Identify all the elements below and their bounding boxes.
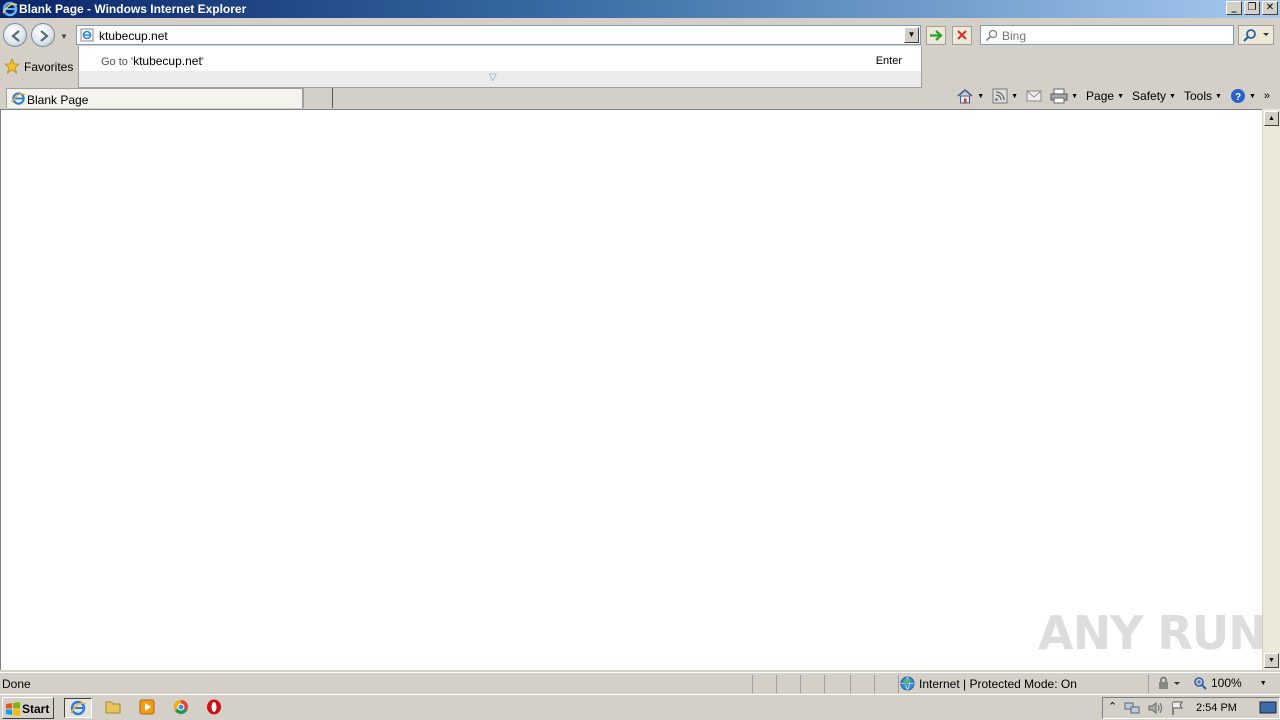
start-label: Start [22, 702, 50, 716]
help-menu[interactable]: ? ▼ [1226, 85, 1260, 107]
taskbar-clock[interactable]: 2:54 PM [1196, 702, 1237, 714]
printer-icon [1050, 88, 1068, 104]
folder-icon [105, 701, 121, 714]
windows-flag-icon [5, 701, 21, 720]
enter-hint: Enter [875, 55, 902, 67]
minimize-button[interactable]: _ [1226, 1, 1242, 15]
status-bar: Done Internet | Protected Mode: On 100% … [0, 672, 1280, 694]
page-menu[interactable]: Page ▼ [1082, 85, 1128, 107]
feeds-button[interactable]: ▼ [988, 85, 1022, 107]
autocomplete-footer[interactable]: ▽ [79, 71, 921, 87]
show-desktop-icon[interactable] [1259, 701, 1277, 715]
go-arrow-icon [930, 30, 943, 41]
favorites-star-icon [3, 57, 21, 77]
action-center-flag-icon[interactable] [1169, 700, 1187, 716]
favorites-label: Favorites [24, 60, 74, 74]
address-autocomplete: Go to 'ktubecup.net' Enter ▽ [78, 46, 922, 88]
page-menu-label: Page [1086, 89, 1115, 103]
go-to-target: ktubecup.net [133, 54, 202, 68]
home-icon [957, 88, 973, 104]
svg-text:?: ? [1235, 92, 1241, 103]
go-to-prefix: Go to ' [101, 56, 134, 68]
safety-menu-label: Safety [1132, 89, 1167, 103]
recent-pages-dropdown[interactable]: ▼ [60, 32, 68, 41]
address-bar[interactable]: ktubecup.net ▼ [76, 25, 921, 45]
stop-x-icon [957, 30, 967, 40]
search-placeholder: Bing [1002, 29, 1027, 43]
vertical-scrollbar[interactable]: ▲ ▼ [1262, 109, 1280, 670]
lock-shield-icon [1159, 676, 1180, 689]
stop-button[interactable] [952, 26, 972, 45]
forward-arrow-icon [40, 30, 49, 42]
address-input[interactable]: ktubecup.net [99, 29, 168, 43]
show-hidden-icons-chevron[interactable]: ⌃ [1108, 700, 1117, 713]
rss-feed-icon [992, 88, 1008, 104]
back-arrow-icon [11, 30, 20, 42]
back-button[interactable] [3, 23, 27, 47]
close-button[interactable]: ✕ [1262, 1, 1278, 15]
toolbar-overflow-chevron[interactable]: » [1260, 85, 1274, 107]
taskbar-file-explorer[interactable] [100, 698, 128, 718]
home-button[interactable]: ▼ [952, 85, 988, 107]
taskbar-chrome[interactable] [168, 698, 196, 718]
media-player-icon [139, 699, 155, 715]
ie-page-icon [80, 28, 94, 45]
chrome-icon [174, 700, 188, 714]
zoom-control[interactable]: 100% ▼ [1193, 676, 1267, 690]
tab-label: Blank Page [27, 93, 89, 107]
forward-button[interactable] [31, 23, 55, 47]
new-tab-button[interactable] [303, 88, 333, 108]
start-button[interactable]: Start [2, 697, 54, 719]
zoom-magnifier-icon [1194, 677, 1207, 690]
page-content[interactable] [0, 109, 1262, 670]
expand-chevron-icon[interactable]: ▽ [489, 72, 497, 83]
tools-menu-label: Tools [1183, 89, 1212, 103]
volume-icon[interactable] [1147, 700, 1165, 716]
security-zone[interactable]: Internet | Protected Mode: On [900, 676, 1077, 691]
system-tray: ⌃ 2:54 PM [1102, 697, 1280, 719]
search-go-icon [1243, 29, 1269, 42]
taskbar-internet-explorer[interactable] [64, 698, 92, 718]
opera-icon [207, 699, 221, 715]
taskbar-media-player[interactable] [134, 698, 162, 718]
tools-menu[interactable]: Tools ▼ [1180, 85, 1226, 107]
restore-button[interactable]: ❐ [1244, 1, 1260, 15]
tab-blank-page[interactable]: Blank Page [6, 88, 303, 108]
search-box[interactable]: Bing [980, 25, 1234, 45]
mail-icon [1026, 90, 1042, 102]
safety-menu[interactable]: Safety ▼ [1128, 85, 1180, 107]
status-text: Done [2, 677, 31, 691]
taskbar-opera[interactable] [201, 698, 229, 718]
network-icon[interactable] [1123, 700, 1141, 716]
autocomplete-go-to-row[interactable]: Go to 'ktubecup.net' Enter [79, 50, 921, 70]
ie-taskbar-icon [70, 700, 87, 716]
internet-globe-icon [900, 676, 915, 691]
ie-tab-icon [11, 91, 26, 109]
window-title: Blank Page - Windows Internet Explorer [19, 2, 247, 16]
go-button[interactable] [926, 26, 946, 45]
security-zone-label: Internet | Protected Mode: On [919, 676, 1077, 691]
scroll-down-button[interactable]: ▼ [1264, 653, 1279, 668]
search-icon [985, 29, 998, 45]
taskbar: Start ⌃ 2:54 PM [0, 694, 1280, 720]
scroll-up-button[interactable]: ▲ [1264, 111, 1279, 126]
protected-mode-button[interactable] [1156, 676, 1182, 693]
print-button[interactable]: ▼ [1046, 85, 1082, 107]
read-mail-button[interactable] [1022, 85, 1046, 107]
address-dropdown-button[interactable]: ▼ [904, 27, 919, 43]
search-button[interactable] [1238, 25, 1274, 45]
zoom-level: 100% [1211, 676, 1242, 690]
command-bar: ▼ ▼ ▼ Page ▼ Safety ▼ Tools ▼ ? ▼ » [952, 84, 1274, 108]
title-bar: Blank Page - Windows Internet Explorer _… [0, 0, 1280, 18]
go-to-suffix: ' [201, 56, 204, 68]
anyrun-watermark: ANY RUN [1038, 606, 1267, 660]
favorites-button[interactable]: Favorites [0, 53, 80, 83]
help-icon: ? [1230, 89, 1245, 103]
